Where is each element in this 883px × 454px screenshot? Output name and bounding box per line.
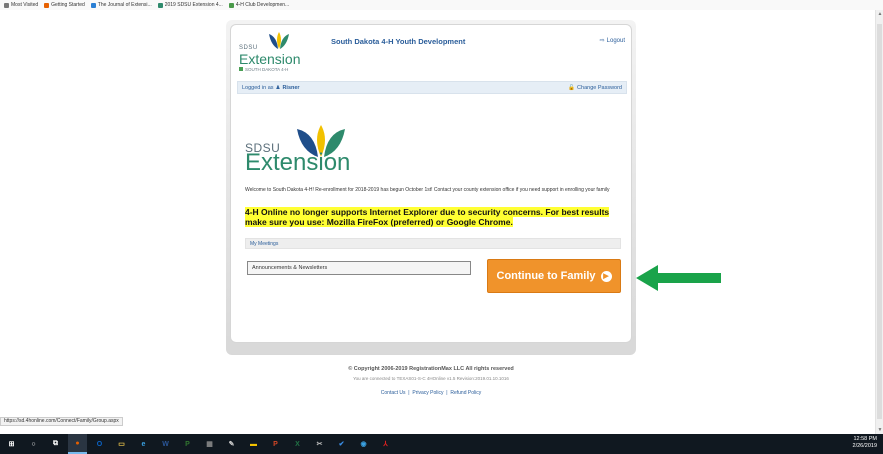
user-name: Risner xyxy=(282,84,300,91)
page-title: South Dakota 4-H Youth Development xyxy=(331,37,466,46)
sdsu-icon xyxy=(157,2,163,8)
bookmark-label: The Journal of Extensi... xyxy=(97,2,152,8)
logout-icon: ⇨ xyxy=(599,38,605,44)
gear-icon xyxy=(4,2,9,8)
taskbar-button[interactable]: ▦ xyxy=(200,434,219,454)
bookmark-item[interactable]: Getting Started xyxy=(44,2,85,8)
refund-policy-link[interactable]: Refund Policy xyxy=(450,390,481,396)
taskbar-button[interactable]: ▬ xyxy=(244,434,263,454)
taskbar-button[interactable]: P xyxy=(178,434,197,454)
lock-icon: 🔓 xyxy=(568,84,576,91)
clock-time: 12:58 PM xyxy=(853,436,877,442)
outlook-icon: O xyxy=(96,440,103,448)
user-icon: ♟ xyxy=(275,84,281,91)
bookmark-item[interactable]: Most Visited xyxy=(4,2,38,8)
search-icon: ○ xyxy=(31,440,36,448)
logged-in-prefix: Logged in as xyxy=(242,84,274,91)
scroll-up-icon[interactable]: ▲ xyxy=(877,11,883,17)
windows-taskbar: ⊞ ○ ⧉ ● O ▭ e W P ▦ ✎ ▬ P X ✂ ✔ ◉ ⅄ 12:58 PM 2/26/2019 xyxy=(0,434,883,454)
powerpoint-icon: P xyxy=(273,440,278,448)
system-clock[interactable]: 12:58 PM 2/26/2019 xyxy=(853,436,877,450)
footer-separator: | xyxy=(446,390,448,396)
sdsu-extension-logo-large: SDSU Extension xyxy=(245,123,365,183)
bookmark-item[interactable]: The Journal of Extensi... xyxy=(90,2,152,8)
taskbar-button[interactable]: X xyxy=(288,434,307,454)
logout-label: Logout xyxy=(606,37,625,44)
footer-links: Contact Us | Privacy Policy | Refund Pol… xyxy=(226,390,636,396)
green-arrow-icon xyxy=(636,265,721,291)
logo-large-extension-text: Extension xyxy=(245,149,351,176)
user-bar: Logged in as ♟ Risner 🔓 Change Password xyxy=(237,81,627,94)
clover-icon xyxy=(228,2,234,8)
excel-icon: X xyxy=(295,440,300,448)
taskbar-button[interactable]: ✎ xyxy=(222,434,241,454)
contact-us-link[interactable]: Contact Us xyxy=(381,390,406,396)
change-password-label: Change Password xyxy=(577,84,622,91)
logo-subtitle: SOUTH DAKOTA 4-H xyxy=(245,67,289,72)
vertical-scrollbar[interactable]: ▲ ▼ xyxy=(875,10,883,434)
acrobat-icon: ⅄ xyxy=(383,441,388,448)
leaf-logo-icon xyxy=(269,32,289,49)
taskbar-button[interactable]: ⧉ xyxy=(46,434,65,454)
taskbar-button[interactable]: e xyxy=(134,434,153,454)
my-meetings-link[interactable]: My Meetings xyxy=(245,238,621,249)
continue-to-family-button[interactable]: Continue to Family ▶ xyxy=(487,259,621,293)
logged-in-indicator: Logged in as ♟ Risner xyxy=(242,85,300,91)
change-password-link[interactable]: 🔓 Change Password xyxy=(568,85,622,91)
chevron-right-circle-icon: ▶ xyxy=(600,270,612,282)
file-explorer-icon: ▭ xyxy=(118,441,125,448)
windows-start-icon: ⊞ xyxy=(8,441,15,448)
copyright-text: © Copyright 2006-2019 RegistrationMax LL… xyxy=(348,366,514,372)
firefox-icon xyxy=(44,2,50,8)
status-url: https://sd.4honline.com/Connect/Family/G… xyxy=(0,417,123,426)
scroll-down-icon[interactable]: ▼ xyxy=(877,427,883,433)
clock-date: 2/26/2019 xyxy=(852,443,877,449)
browser-warning: 4-H Online no longer supports Internet E… xyxy=(245,207,617,227)
taskbar-button[interactable]: O xyxy=(90,434,109,454)
announcements-button[interactable]: Announcements & Newsletters xyxy=(247,261,471,275)
chat-icon: ◉ xyxy=(360,441,367,448)
project-icon: P xyxy=(185,440,190,448)
taskbar-button[interactable]: ✂ xyxy=(310,434,329,454)
scroll-thumb[interactable] xyxy=(877,24,882,419)
bookmark-item[interactable]: 4-H Club Developmen... xyxy=(228,2,290,8)
taskbar-items: ⊞ ○ ⧉ ● O ▭ e W P ▦ ✎ ▬ P X ✂ ✔ ◉ ⅄ xyxy=(0,434,398,454)
main-card: SDSU Extension SOUTH DAKOTA 4-H South Da… xyxy=(230,24,632,343)
task-view-icon: ⧉ xyxy=(53,440,58,447)
bookmark-label: 2019 SDSU Extension 4... xyxy=(164,2,223,8)
logo-square-icon xyxy=(239,67,243,71)
taskbar-button[interactable]: ○ xyxy=(24,434,43,454)
browser-warning-text: 4-H Online no longer supports Internet E… xyxy=(245,207,610,227)
taskbar-button[interactable]: P xyxy=(266,434,285,454)
continue-label: Continue to Family xyxy=(496,270,596,282)
bookmark-label: Getting Started xyxy=(51,2,85,8)
bookmark-label: 4-H Club Developmen... xyxy=(235,2,290,8)
privacy-policy-link[interactable]: Privacy Policy xyxy=(412,390,443,396)
logout-button[interactable]: ⇨ Logout xyxy=(599,37,625,45)
bookmark-item[interactable]: 2019 SDSU Extension 4... xyxy=(157,2,223,8)
taskbar-button[interactable]: ◉ xyxy=(354,434,373,454)
edge-icon: e xyxy=(141,440,146,448)
snipping-tool-icon: ✂ xyxy=(316,441,323,448)
bookmark-label: Most Visited xyxy=(11,2,39,8)
calculator-icon: ▦ xyxy=(206,441,213,448)
taskbar-button[interactable]: ✔ xyxy=(332,434,351,454)
connection-info: You are connected to TEXAS01-S-C 4HOnlin… xyxy=(353,376,509,381)
taskbar-button[interactable]: ⅄ xyxy=(376,434,395,454)
journal-icon xyxy=(90,2,96,8)
welcome-message: Welcome to South Dakota 4-H! Re-enrollme… xyxy=(245,187,610,193)
taskbar-button[interactable]: ▭ xyxy=(112,434,131,454)
firefox-icon: ● xyxy=(75,439,80,447)
footer-separator: | xyxy=(408,390,410,396)
sdsu-extension-logo-small[interactable]: SDSU Extension SOUTH DAKOTA 4-H xyxy=(239,31,301,73)
bookmarks-toolbar: Most Visited Getting Started The Journal o… xyxy=(0,0,883,10)
taskbar-button[interactable]: ⊞ xyxy=(2,434,21,454)
checkmark-app-icon: ✔ xyxy=(338,441,345,448)
taskbar-button[interactable]: W xyxy=(156,434,175,454)
sticky-notes-icon: ▬ xyxy=(250,440,257,448)
logo-extension-text: Extension xyxy=(239,51,301,67)
paint-icon: ✎ xyxy=(228,441,235,448)
taskbar-button[interactable]: ● xyxy=(68,434,87,454)
word-icon: W xyxy=(162,440,169,448)
